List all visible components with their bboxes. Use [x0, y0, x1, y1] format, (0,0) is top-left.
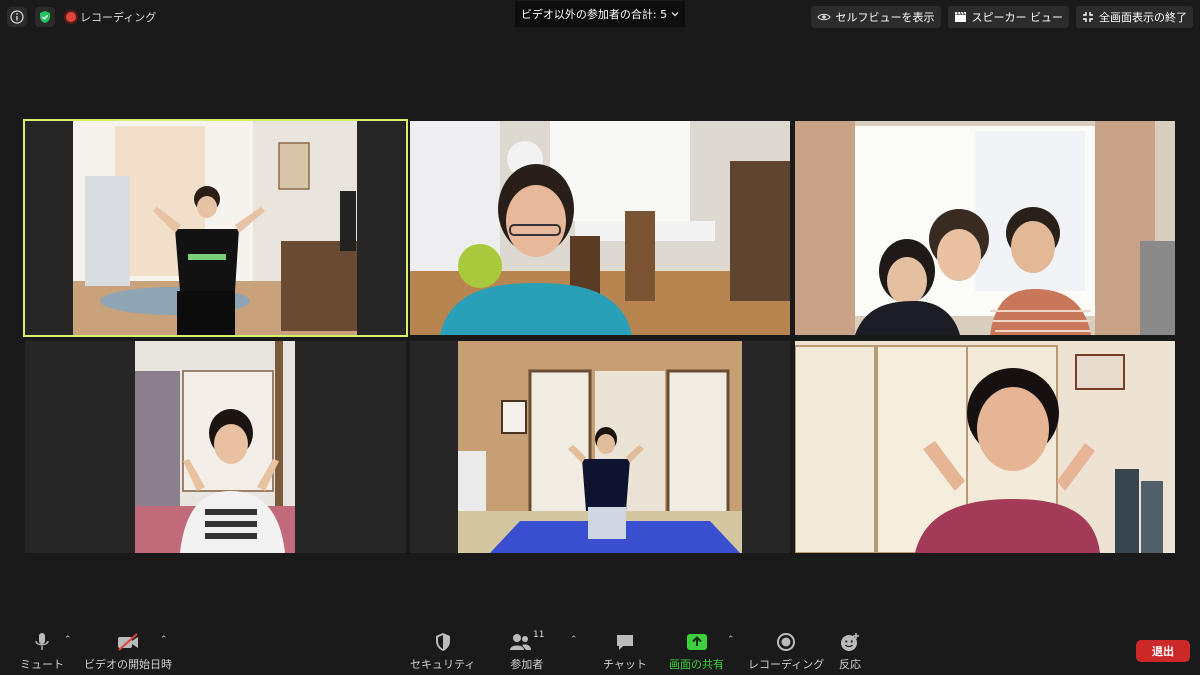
participant-tile-6[interactable]	[795, 341, 1175, 553]
participant-tile-5[interactable]	[410, 341, 790, 553]
microphone-icon	[35, 633, 49, 650]
share-screen-label: 画面の共有	[669, 658, 724, 671]
participant-video-6	[795, 341, 1175, 553]
chat-label: チャット	[603, 658, 647, 671]
participant-tile-4[interactable]	[25, 341, 406, 553]
audio-options-caret-icon[interactable]: ⌃	[64, 635, 72, 645]
non-video-count-label: ビデオ以外の参加者の合計: 5	[520, 8, 668, 21]
meeting-toolbar: ミュート ⌃ ビデオの開始日時 ⌃ セキュリティ 11 参加者 ⌃ チャット 画…	[0, 625, 1200, 675]
self-view-label: セルフビューを表示	[835, 11, 935, 24]
mute-button[interactable]: ミュート	[20, 631, 64, 672]
participant-video-4	[25, 341, 406, 553]
start-video-button[interactable]: ビデオの開始日時	[84, 631, 172, 672]
exit-fullscreen-label: 全画面表示の終了	[1099, 11, 1187, 24]
participant-tile-1[interactable]	[23, 119, 408, 337]
show-self-view-button[interactable]: セルフビューを表示	[810, 6, 941, 28]
eye-icon	[816, 13, 831, 21]
participant-video-2	[410, 121, 790, 335]
video-off-icon	[118, 633, 138, 651]
record-button[interactable]: レコーディング	[748, 631, 824, 672]
mute-label: ミュート	[20, 658, 64, 671]
speaker-view-label: スピーカー ビュー	[971, 11, 1064, 24]
meeting-info-button[interactable]	[7, 7, 27, 27]
start-video-label: ビデオの開始日時	[84, 658, 172, 671]
share-screen-icon	[686, 634, 707, 650]
chat-bubble-icon	[616, 635, 633, 650]
info-icon	[10, 10, 24, 24]
video-options-caret-icon[interactable]: ⌃	[160, 635, 168, 645]
participant-video-5	[410, 341, 790, 553]
top-bar: レコーディング ビデオ以外の参加者の合計: 5 セルフビューを表示 スピーカー …	[0, 0, 1200, 34]
reactions-button[interactable]: 反応	[839, 631, 861, 672]
share-screen-button[interactable]: 画面の共有	[669, 631, 724, 672]
exit-fullscreen-icon	[1083, 12, 1093, 22]
security-label: セキュリティ	[410, 658, 476, 671]
chevron-down-icon	[671, 12, 679, 17]
participant-video-3	[795, 121, 1175, 335]
record-label: レコーディング	[748, 658, 825, 671]
recording-indicator[interactable]: レコーディング	[66, 9, 156, 25]
chat-button[interactable]: チャット	[603, 631, 647, 672]
speaker-view-button[interactable]: スピーカー ビュー	[947, 6, 1069, 28]
record-dot-icon	[66, 12, 76, 22]
leave-button[interactable]: 退出	[1136, 640, 1190, 662]
participant-tile-3[interactable]	[795, 121, 1175, 335]
share-options-caret-icon[interactable]: ⌃	[727, 635, 735, 645]
shield-check-icon	[40, 11, 50, 23]
participants-icon	[510, 634, 531, 650]
participants-label: 参加者	[510, 658, 544, 671]
encryption-button[interactable]	[35, 7, 55, 27]
participants-count: 11	[533, 630, 545, 640]
record-icon	[777, 633, 796, 651]
participants-button[interactable]: 11 参加者	[509, 630, 545, 672]
exit-fullscreen-button[interactable]: 全画面表示の終了	[1076, 6, 1193, 28]
shield-icon	[435, 633, 450, 651]
security-button[interactable]: セキュリティ	[410, 631, 475, 672]
participants-options-caret-icon[interactable]: ⌃	[570, 635, 578, 645]
emoji-add-icon	[841, 633, 859, 651]
participant-video-1	[25, 121, 406, 335]
reactions-label: 反応	[839, 658, 861, 671]
non-video-participants-dropdown[interactable]: ビデオ以外の参加者の合計: 5	[515, 1, 685, 27]
recording-status-label: レコーディング	[80, 11, 157, 24]
participant-tile-2[interactable]	[410, 121, 790, 335]
clapperboard-icon	[954, 11, 966, 22]
